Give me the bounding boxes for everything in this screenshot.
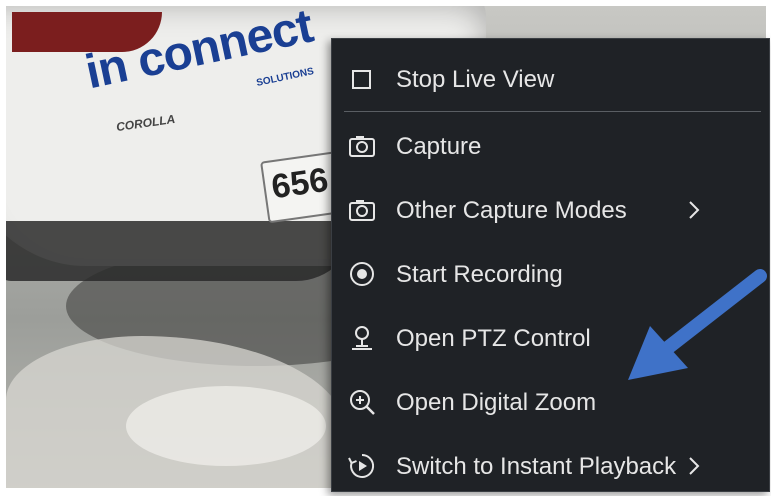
menu-divider [344,111,761,112]
menu-item-label: Stop Live View [396,66,555,93]
context-menu: Stop Live View Capture Other Capture Mod… [331,38,770,492]
record-icon [350,262,374,286]
camera-icon [349,200,375,221]
menu-item-label: Open Digital Zoom [396,389,597,416]
menu-item-label: Start Recording [396,261,563,288]
menu-item-switch-to-instant-playback[interactable]: Switch to Instant Playback [332,436,769,496]
ground-highlight [126,386,326,466]
annotation-arrow-icon [628,269,767,380]
menu-item-capture[interactable]: Capture [332,116,769,176]
license-plate-text: 656 [269,160,331,207]
screenshot-frame: in connect SOLUTIONS COROLLA 656 Stop Li… [0,0,771,495]
chevron-right-icon [689,201,700,219]
menu-item-label: Capture [396,133,482,160]
menu-item-other-capture-modes[interactable]: Other Capture Modes [332,180,769,240]
menu-item-label: Other Capture Modes [396,197,627,224]
playback-icon [348,453,375,478]
menu-item-label: Switch to Instant Playback [396,453,677,480]
camera-icon [349,136,375,157]
checkbox-icon [352,70,371,89]
ptz-icon [352,326,372,350]
menu-item-label: Open PTZ Control [396,325,591,352]
chevron-right-icon [689,457,700,475]
menu-item-stop-live-view[interactable]: Stop Live View [332,49,769,109]
zoom-in-icon [350,390,375,415]
car-bumper [6,221,356,281]
